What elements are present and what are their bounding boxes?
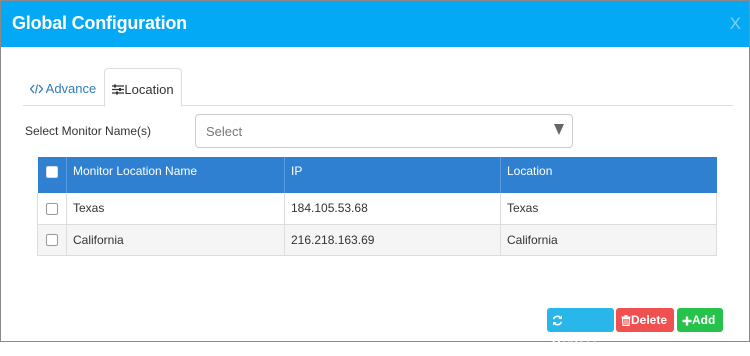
cell-ip: 216.218.163.69 [284,224,501,256]
monitor-select-label: Select Monitor Name(s) [25,124,152,138]
row-checkbox[interactable] [46,234,58,247]
code-icon [29,81,44,96]
replace-button[interactable]: Replace [547,308,614,351]
table-header-row: Monitor Location Name IP Location [37,157,717,193]
tab-advance-label: Advance [45,81,97,96]
cell-ip: 184.105.53.68 [284,193,501,225]
dropdown-arrow-icon [554,124,564,135]
trash-icon [621,313,631,327]
row-check-cell [37,224,67,256]
row-check-cell [37,193,67,225]
monitor-location-table: Monitor Location Name IP Location Texas … [37,157,717,256]
plus-icon [682,313,692,327]
select-all-cell [37,157,67,193]
cell-name: Texas [66,193,285,225]
column-header-ip: IP [284,157,501,193]
row-checkbox[interactable] [46,203,58,216]
refresh-icon [552,313,563,327]
tab-bar: Advance Location [23,68,733,107]
select-all-checkbox[interactable] [45,165,58,178]
add-button-label: Add [692,313,716,327]
delete-button[interactable]: Delete [616,308,674,332]
global-configuration-dialog: Global Configuration X Advance Location … [0,0,750,351]
table-row[interactable]: California 216.218.163.69 California [37,224,717,256]
delete-button-label: Delete [631,313,668,327]
cell-name: California [66,224,285,256]
tab-location-label: Location [124,82,174,97]
cell-location: Texas [500,193,717,225]
tab-advance[interactable]: Advance [23,68,103,107]
dialog-title: Global Configuration [12,13,187,33]
tab-location[interactable]: Location [104,68,182,107]
add-button[interactable]: Add [677,308,723,332]
monitor-select-value: Select [206,124,243,139]
cell-location: California [500,224,717,256]
column-header-name: Monitor Location Name [66,157,285,193]
dialog-titlebar: Global Configuration X [1,1,749,47]
close-icon[interactable]: X [730,14,741,34]
monitor-name-select[interactable]: Select [195,114,573,148]
table-row[interactable]: Texas 184.105.53.68 Texas [37,193,717,225]
replace-button-label: Replace [552,337,599,351]
sliders-icon [112,82,125,97]
column-header-location: Location [507,164,553,178]
